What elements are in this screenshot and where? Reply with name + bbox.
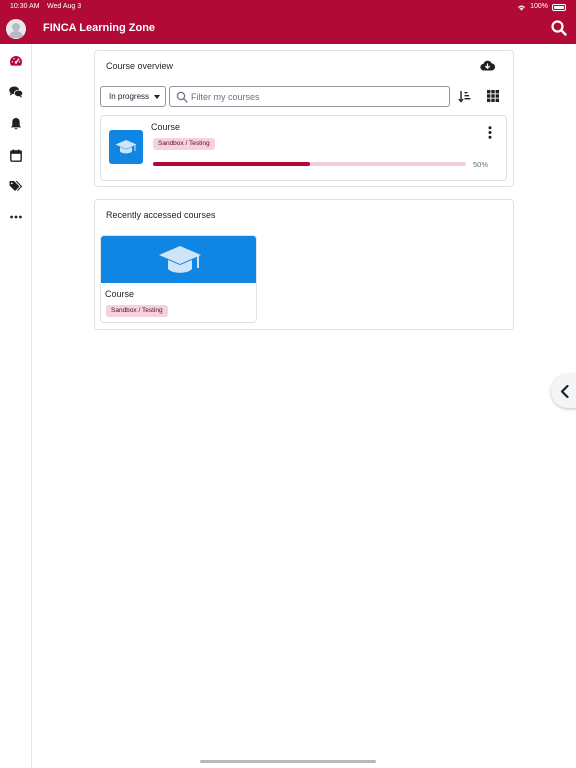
rail-tags[interactable] — [8, 178, 24, 194]
search-icon — [176, 91, 188, 103]
course-progress-label: 50% — [473, 160, 489, 169]
kebab-menu-icon — [488, 125, 492, 139]
course-actions-button[interactable] — [482, 124, 498, 140]
recent-course-category-badge: Sandbox / Testing — [106, 305, 168, 317]
course-progress-bar — [153, 162, 466, 166]
course-overview-title: Course overview — [106, 61, 174, 71]
course-category-badge: Sandbox / Testing — [153, 138, 215, 150]
home-indicator — [200, 760, 376, 763]
gauge-icon — [10, 56, 22, 66]
graduation-cap-icon — [115, 140, 137, 154]
recent-course-card[interactable]: Course Sandbox / Testing — [100, 235, 257, 323]
sort-button[interactable] — [456, 88, 472, 104]
ellipsis-icon — [10, 215, 22, 219]
grid-icon — [487, 90, 499, 102]
tags-icon — [9, 181, 23, 191]
app-title: FINCA Learning Zone — [43, 22, 156, 34]
view-toggle-button[interactable] — [485, 88, 501, 104]
recent-courses-title: Recently accessed courses — [106, 210, 216, 220]
chevron-left-icon — [560, 384, 569, 398]
recent-course-name[interactable]: Course — [105, 289, 134, 299]
bell-icon — [10, 118, 22, 130]
block-drawer-toggle[interactable] — [551, 374, 576, 408]
cloud-download-icon — [479, 60, 495, 71]
rail-messages[interactable] — [8, 84, 24, 100]
user-avatar[interactable] — [6, 19, 26, 39]
chevron-down-icon — [154, 95, 160, 99]
graduation-cap-icon — [158, 245, 201, 273]
calendar-icon — [10, 149, 22, 162]
rail-dashboard[interactable] — [8, 53, 24, 69]
search-button[interactable] — [550, 19, 568, 37]
chat-icon — [9, 86, 23, 98]
battery-percent: 100% — [530, 3, 548, 10]
wifi-icon — [518, 5, 526, 11]
rail-more[interactable] — [8, 209, 24, 225]
status-time: 10:30 AM — [10, 3, 40, 10]
course-search-field[interactable] — [169, 86, 450, 107]
course-name[interactable]: Course — [151, 122, 180, 132]
status-date: Wed Aug 3 — [47, 3, 82, 10]
progress-filter-value: In progress — [109, 92, 150, 101]
status-right: 100% — [517, 0, 566, 14]
side-rail — [0, 44, 32, 768]
user-icon — [8, 23, 24, 38]
course-image[interactable] — [109, 130, 143, 164]
rail-calendar[interactable] — [8, 147, 24, 163]
course-search-input[interactable] — [191, 89, 441, 104]
rail-notifications[interactable] — [8, 116, 24, 132]
status-bar: 10:30 AM Wed Aug 3 100% — [0, 0, 576, 14]
sort-icon — [457, 90, 470, 103]
search-icon — [551, 20, 567, 36]
battery-icon — [552, 3, 566, 11]
course-progress-fill — [153, 162, 310, 166]
app-bar: 10:30 AM Wed Aug 3 100% FINCA Learning Z… — [0, 0, 576, 44]
recent-course-image[interactable] — [101, 236, 256, 283]
progress-filter-select[interactable]: In progress — [100, 86, 166, 107]
download-button[interactable] — [479, 57, 495, 73]
